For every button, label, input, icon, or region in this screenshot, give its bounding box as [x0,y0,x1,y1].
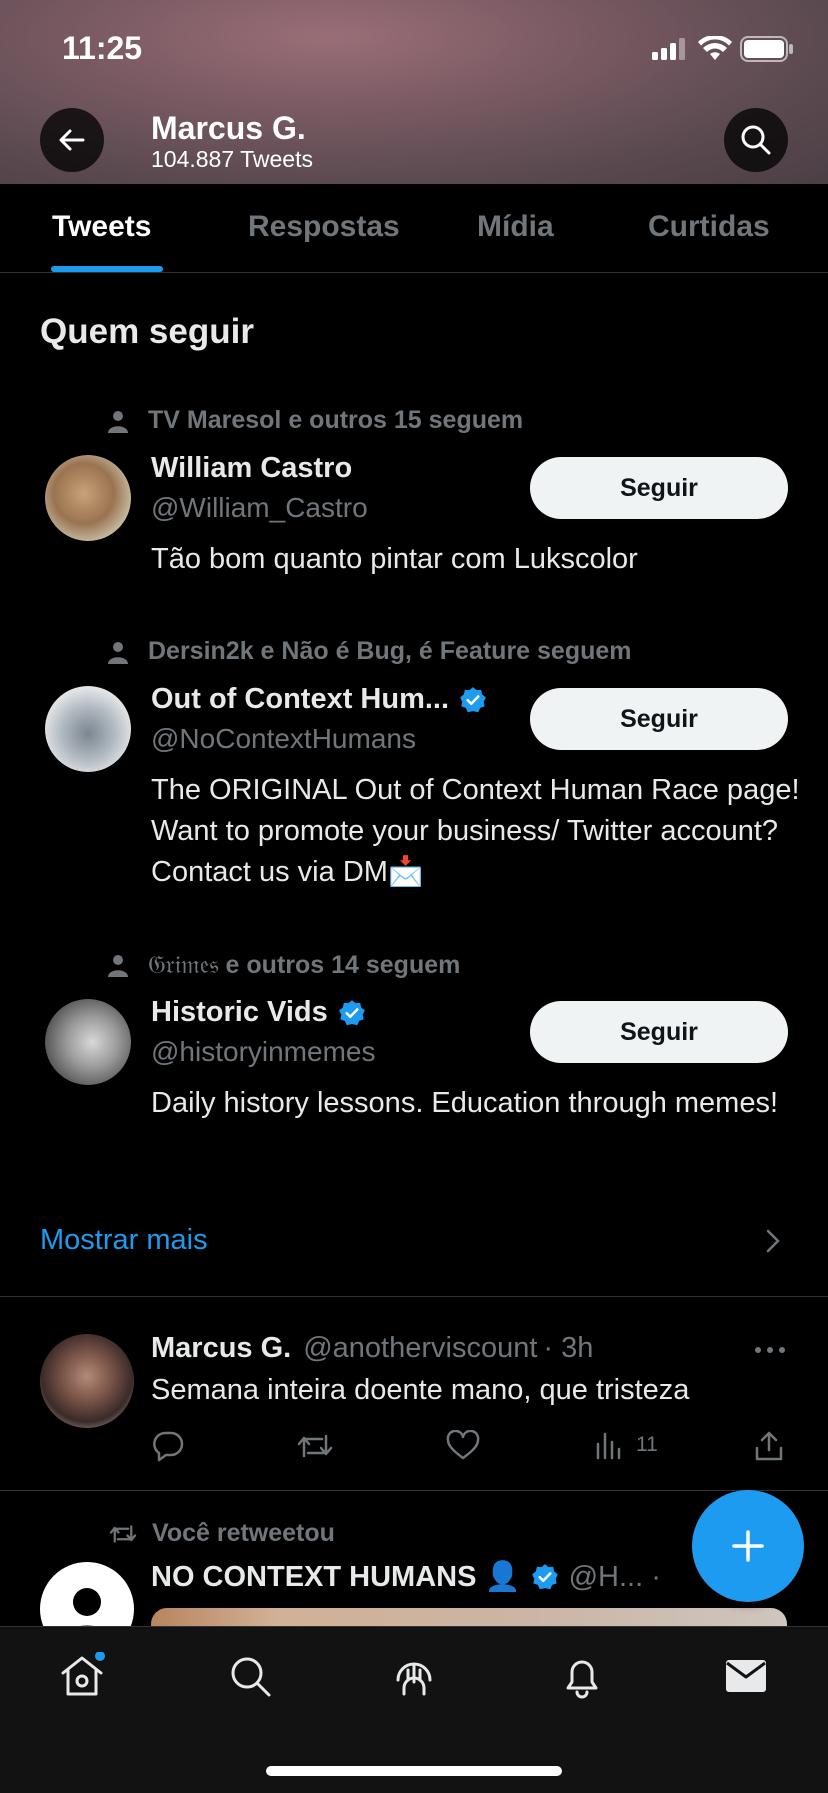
divider [0,1490,828,1491]
home-icon [61,1652,105,1696]
user-name[interactable]: Out of Context Hum... [151,683,487,716]
wifi-icon [698,36,732,62]
like-button[interactable] [446,1430,480,1462]
follow-context-text: e outros 14 seguem [218,950,461,979]
arrow-left-icon [59,129,85,151]
tab-tweets[interactable]: Tweets [52,210,151,244]
user-name[interactable]: William Castro [151,452,352,485]
avatar[interactable] [45,455,131,541]
person-icon [108,641,128,664]
follow-button[interactable]: Seguir [530,457,788,519]
tweet-author-handle[interactable]: @anotherviscount [303,1332,537,1365]
retweet-author-name: NO CONTEXT HUMANS 👤 [151,1561,521,1593]
follow-context-text: TV Maresol e outros 15 seguem [148,406,524,434]
user-name[interactable]: Historic Vids [151,996,366,1029]
views-button[interactable]: 11 [594,1430,658,1460]
follow-button[interactable]: Seguir [530,1001,788,1063]
show-more-link[interactable]: Mostrar mais [40,1224,208,1257]
compose-tweet-button[interactable] [692,1490,804,1602]
follow-context-text: Dersin2k e Não é Bug, é Feature seguem [148,637,632,665]
person-icon [108,410,128,433]
plus-icon [732,1530,764,1562]
home-indicator [266,1766,562,1776]
follow-context: TV Maresol e outros 15 seguem [108,406,524,435]
follow-button[interactable]: Seguir [530,688,788,750]
avatar[interactable] [45,999,131,1085]
bell-icon [566,1660,598,1699]
spaces-icon [396,1662,432,1696]
retweet-context: Você retweetou [108,1519,335,1548]
messages-tab[interactable] [722,1652,770,1700]
search-icon [741,125,771,155]
profile-banner [0,0,828,184]
tweet-count: 104.887 Tweets [151,146,313,172]
retweet-author[interactable]: NO CONTEXT HUMANS 👤 @H... · [151,1560,661,1594]
retweet-context-text: Você retweetou [152,1519,335,1547]
user-bio: Daily history lessons. Education through… [151,1087,779,1119]
share-icon [755,1431,783,1461]
who-to-follow-title: Quem seguir [40,312,254,351]
battery-icon [740,36,794,62]
share-button[interactable] [754,1430,784,1462]
more-options-icon[interactable] [754,1346,786,1354]
verified-badge-icon [460,686,486,712]
analytics-icon [596,1432,621,1460]
back-button[interactable] [40,108,104,172]
user-bio: Tão bom quanto pintar com Lukscolor [151,543,638,575]
retweet-icon [297,1434,333,1458]
retweet-author-handle: @H... · [568,1560,661,1593]
tweet-text: Semana inteira doente mano, que tristeza [151,1374,690,1406]
reply-icon [153,1431,184,1462]
reply-button[interactable] [151,1430,185,1462]
explore-tab[interactable] [226,1652,274,1700]
search-button[interactable] [724,108,788,172]
user-handle: @William_Castro [151,492,368,523]
tweet-author-name[interactable]: Marcus G. [151,1332,291,1365]
profile-tabs: Tweets Respostas Mídia Curtidas [0,184,828,273]
retweet-icon [109,1524,137,1543]
user-bio: The ORIGINAL Out of Context Human Race p… [151,774,800,888]
person-icon [108,955,128,977]
follow-context-name: 𝔊𝔯𝔦𝔪𝔢𝔰 [148,950,219,979]
avatar[interactable] [45,686,131,772]
spaces-tab[interactable] [390,1652,438,1700]
user-handle: @historyinmemes [151,1036,376,1067]
mail-icon [726,1660,766,1692]
tab-media[interactable]: Mídia [477,210,554,244]
verified-badge-icon [531,1564,558,1590]
user-handle: @NoContextHumans [151,723,416,754]
notifications-tab[interactable] [558,1652,606,1700]
follow-context: Dersin2k e Não é Bug, é Feature seguem [108,637,632,666]
avatar[interactable] [40,1334,134,1428]
verified-badge-icon [338,999,365,1025]
home-tab[interactable] [58,1652,106,1700]
views-count: 11 [636,1433,658,1456]
tab-likes[interactable]: Curtidas [648,210,770,244]
retweet-button[interactable] [296,1430,334,1462]
follow-context: 𝔊𝔯𝔦𝔪𝔢𝔰 e outros 14 seguem [108,950,461,980]
profile-name: Marcus G. [151,110,306,146]
signal-icon [652,38,688,60]
divider [0,1296,828,1297]
tweet-time: · 3h [543,1332,594,1364]
chevron-right-icon[interactable] [766,1229,780,1253]
tab-replies[interactable]: Respostas [248,210,400,244]
search-icon [231,1657,271,1697]
heart-icon [446,1430,480,1460]
status-time: 11:25 [62,30,143,66]
tweet-header: Marcus G. @anotherviscount · 3h [151,1332,593,1365]
active-tab-indicator [51,266,163,272]
